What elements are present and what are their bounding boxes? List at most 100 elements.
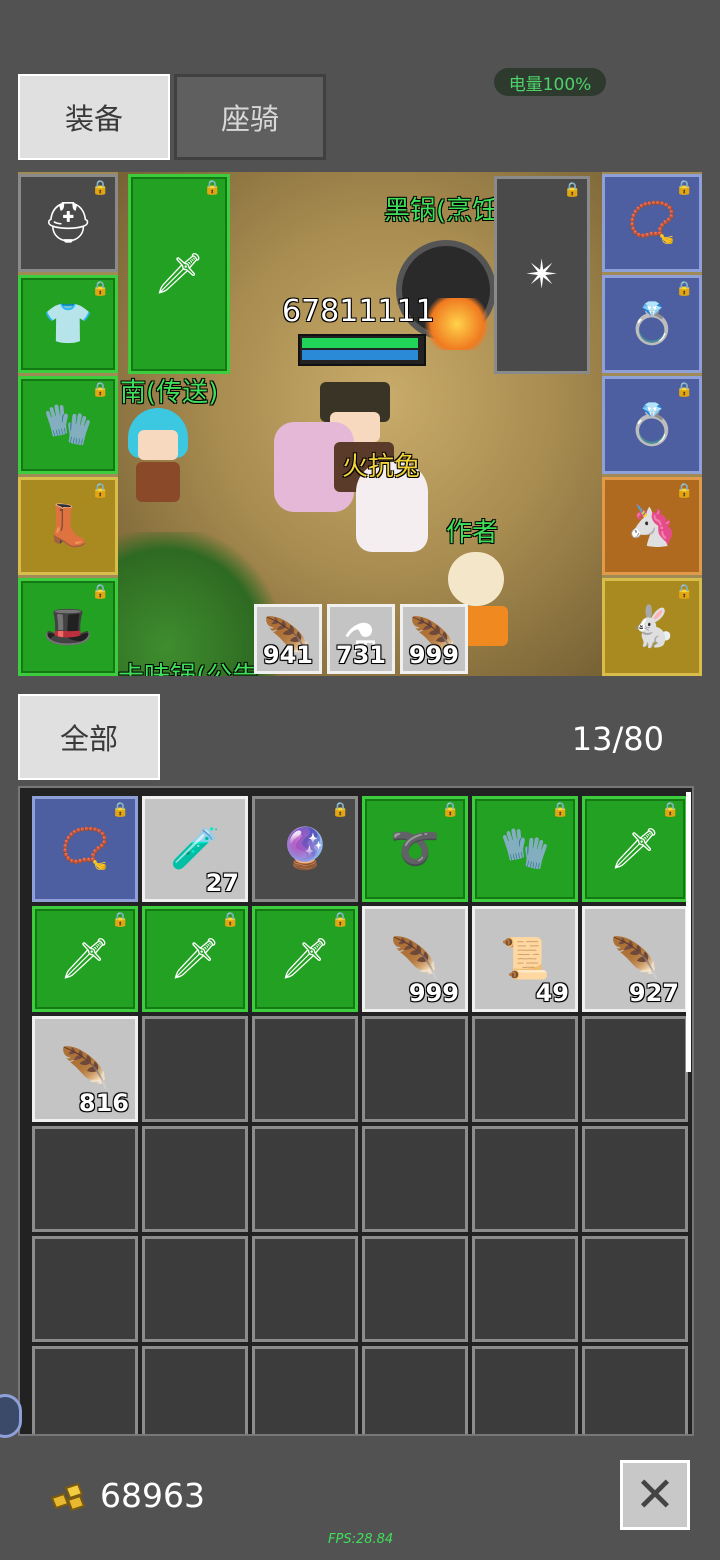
empty-inventory-slot[interactable] bbox=[252, 1126, 358, 1232]
empty-inventory-slot[interactable] bbox=[582, 1346, 688, 1434]
gold-icon bbox=[50, 1482, 86, 1512]
inventory-slot[interactable]: 🧤 🔒 bbox=[472, 796, 578, 902]
necklace-icon: 📿 bbox=[627, 200, 677, 246]
gold-amount: 68963 bbox=[100, 1476, 205, 1515]
empty-inventory-slot[interactable] bbox=[362, 1126, 468, 1232]
equip-slot-right-2[interactable]: 💍 🔒 bbox=[602, 376, 702, 474]
inventory-slot[interactable]: 🧪 27 bbox=[142, 796, 248, 902]
weapon-slot[interactable]: 🗡 🔒 bbox=[128, 174, 230, 374]
inventory-scrollbar[interactable] bbox=[686, 792, 691, 1072]
empty-inventory-slot[interactable] bbox=[472, 1016, 578, 1122]
spiked-ball-icon: ✴ bbox=[525, 252, 559, 298]
lock-icon: 🔒 bbox=[91, 483, 109, 499]
empty-inventory-slot[interactable] bbox=[472, 1346, 578, 1434]
red-potion-icon: 🧪 bbox=[170, 826, 220, 872]
close-icon: ✕ bbox=[634, 1467, 676, 1523]
battery-indicator: 电量100% bbox=[494, 68, 606, 96]
lock-icon: 🔒 bbox=[91, 382, 109, 398]
empty-inventory-slot[interactable] bbox=[472, 1236, 578, 1342]
inventory-slot[interactable]: 🗡 🔒 bbox=[32, 906, 138, 1012]
inventory-grid[interactable]: 📿 🔒 🧪 27 🔮 🔒 ➰ 🔒 🧤 🔒 🗡 🔒 🗡 🔒 🗡 🔒 🗡 🔒 🪶 999 📜 49 🪶 927 🪶 816 bbox=[18, 786, 694, 1436]
sword-icon: 🗡 bbox=[169, 936, 221, 982]
scroll-icon: 📜 bbox=[500, 936, 550, 982]
empty-inventory-slot[interactable] bbox=[32, 1236, 138, 1342]
character-scene: 黑锅(烹饪 67811111 南(传送) 火抗兔 作者 卡味锅(公告 bbox=[18, 172, 702, 676]
filter-all-button[interactable]: 全部 bbox=[18, 694, 160, 780]
lock-icon: 🔒 bbox=[111, 912, 129, 928]
empty-inventory-slot[interactable] bbox=[142, 1236, 248, 1342]
empty-inventory-slot[interactable] bbox=[32, 1346, 138, 1434]
lock-icon: 🔒 bbox=[203, 180, 221, 196]
pot-label: 黑锅(烹饪 bbox=[384, 196, 499, 226]
ring-green-icon: 💍 bbox=[627, 402, 677, 448]
lock-icon: 🔒 bbox=[661, 802, 679, 818]
lock-icon: 🔒 bbox=[91, 584, 109, 600]
equip-slot-right-1[interactable]: 💍 🔒 bbox=[602, 275, 702, 373]
empty-inventory-slot[interactable] bbox=[582, 1236, 688, 1342]
pet-label: 火抗兔 bbox=[342, 452, 421, 482]
lock-icon: 🔒 bbox=[675, 382, 693, 398]
inventory-slot[interactable]: 📿 🔒 bbox=[32, 796, 138, 902]
empty-inventory-slot[interactable] bbox=[472, 1126, 578, 1232]
inventory-slot[interactable]: 🔮 🔒 bbox=[252, 796, 358, 902]
ring-purple-icon: 💍 bbox=[627, 301, 677, 347]
inventory-slot[interactable]: 🗡 🔒 bbox=[252, 906, 358, 1012]
empty-inventory-slot[interactable] bbox=[32, 1126, 138, 1232]
npc-character[interactable] bbox=[122, 408, 198, 504]
inventory-slot[interactable]: 🗡 🔒 bbox=[142, 906, 248, 1012]
dark-orb-icon: 🔮 bbox=[280, 826, 330, 872]
equip-slot-right-4[interactable]: 🐇 🔒 bbox=[602, 578, 702, 676]
helmet-icon: ⛑ bbox=[42, 200, 94, 246]
quickbar-slot-0[interactable]: 🪶 941 bbox=[254, 604, 322, 674]
empty-inventory-slot[interactable] bbox=[362, 1016, 468, 1122]
offhand-slot[interactable]: ✴ 🔒 bbox=[494, 176, 590, 374]
quickbar-slot-1[interactable]: ⚗ 731 bbox=[327, 604, 395, 674]
red-feather-icon: 🪶 bbox=[610, 936, 660, 982]
lock-icon: 🔒 bbox=[331, 912, 349, 928]
empty-inventory-slot[interactable] bbox=[362, 1236, 468, 1342]
empty-inventory-slot[interactable] bbox=[362, 1346, 468, 1434]
inventory-slot[interactable]: 🗡 🔒 bbox=[582, 796, 688, 902]
hp-value: 67811111 bbox=[282, 294, 435, 329]
equip-slot-left-0[interactable]: ⛑ 🔒 bbox=[18, 174, 118, 272]
empty-inventory-slot[interactable] bbox=[582, 1016, 688, 1122]
inventory-slot[interactable]: 🪶 927 bbox=[582, 906, 688, 1012]
lock-icon: 🔒 bbox=[675, 281, 693, 297]
empty-inventory-slot[interactable] bbox=[142, 1016, 248, 1122]
empty-inventory-slot[interactable] bbox=[252, 1346, 358, 1434]
rabbit-pet-icon: 🐇 bbox=[627, 604, 677, 650]
tab-mount[interactable]: 座骑 bbox=[174, 74, 326, 160]
inventory-slot[interactable]: ➰ 🔒 bbox=[362, 796, 468, 902]
item-count: 49 bbox=[535, 979, 569, 1007]
equip-slot-left-2[interactable]: 🧤 🔒 bbox=[18, 376, 118, 474]
tab-equipment[interactable]: 装备 bbox=[18, 74, 170, 160]
gauntlet-icon: 🧤 bbox=[500, 826, 550, 872]
equip-slot-left-4[interactable]: 🎩 🔒 bbox=[18, 578, 118, 676]
bottom-npc-label: 卡味锅(公告 bbox=[118, 656, 258, 676]
quickbar-slot-2[interactable]: 🪶 999 bbox=[400, 604, 468, 674]
equip-slot-right-0[interactable]: 📿 🔒 bbox=[602, 174, 702, 272]
author-label: 作者 bbox=[446, 518, 499, 548]
npc-label: 南(传送) bbox=[120, 378, 219, 408]
empty-inventory-slot[interactable] bbox=[252, 1016, 358, 1122]
sword-icon: 🗡 bbox=[59, 936, 111, 982]
item-count: 999 bbox=[408, 979, 459, 1007]
empty-inventory-slot[interactable] bbox=[142, 1126, 248, 1232]
equip-slot-left-1[interactable]: 👕 🔒 bbox=[18, 275, 118, 373]
empty-inventory-slot[interactable] bbox=[252, 1236, 358, 1342]
inventory-slot[interactable]: 🪶 816 bbox=[32, 1016, 138, 1122]
equip-slot-left-3[interactable]: 👢 🔒 bbox=[18, 477, 118, 575]
empty-inventory-slot[interactable] bbox=[582, 1126, 688, 1232]
lock-icon: 🔒 bbox=[675, 180, 693, 196]
close-button[interactable]: ✕ bbox=[620, 1460, 690, 1530]
mp-bar bbox=[302, 350, 418, 360]
empty-inventory-slot[interactable] bbox=[142, 1346, 248, 1434]
blue-feather-icon: 🪶 bbox=[60, 1046, 110, 1092]
lock-icon: 🔒 bbox=[675, 584, 693, 600]
cap-icon: 🎩 bbox=[43, 604, 93, 650]
equip-slot-right-3[interactable]: 🦄 🔒 bbox=[602, 477, 702, 575]
blue-feather-icon: 🪶 bbox=[390, 936, 440, 982]
lock-icon: 🔒 bbox=[563, 182, 581, 198]
inventory-slot[interactable]: 🪶 999 bbox=[362, 906, 468, 1012]
inventory-slot[interactable]: 📜 49 bbox=[472, 906, 578, 1012]
